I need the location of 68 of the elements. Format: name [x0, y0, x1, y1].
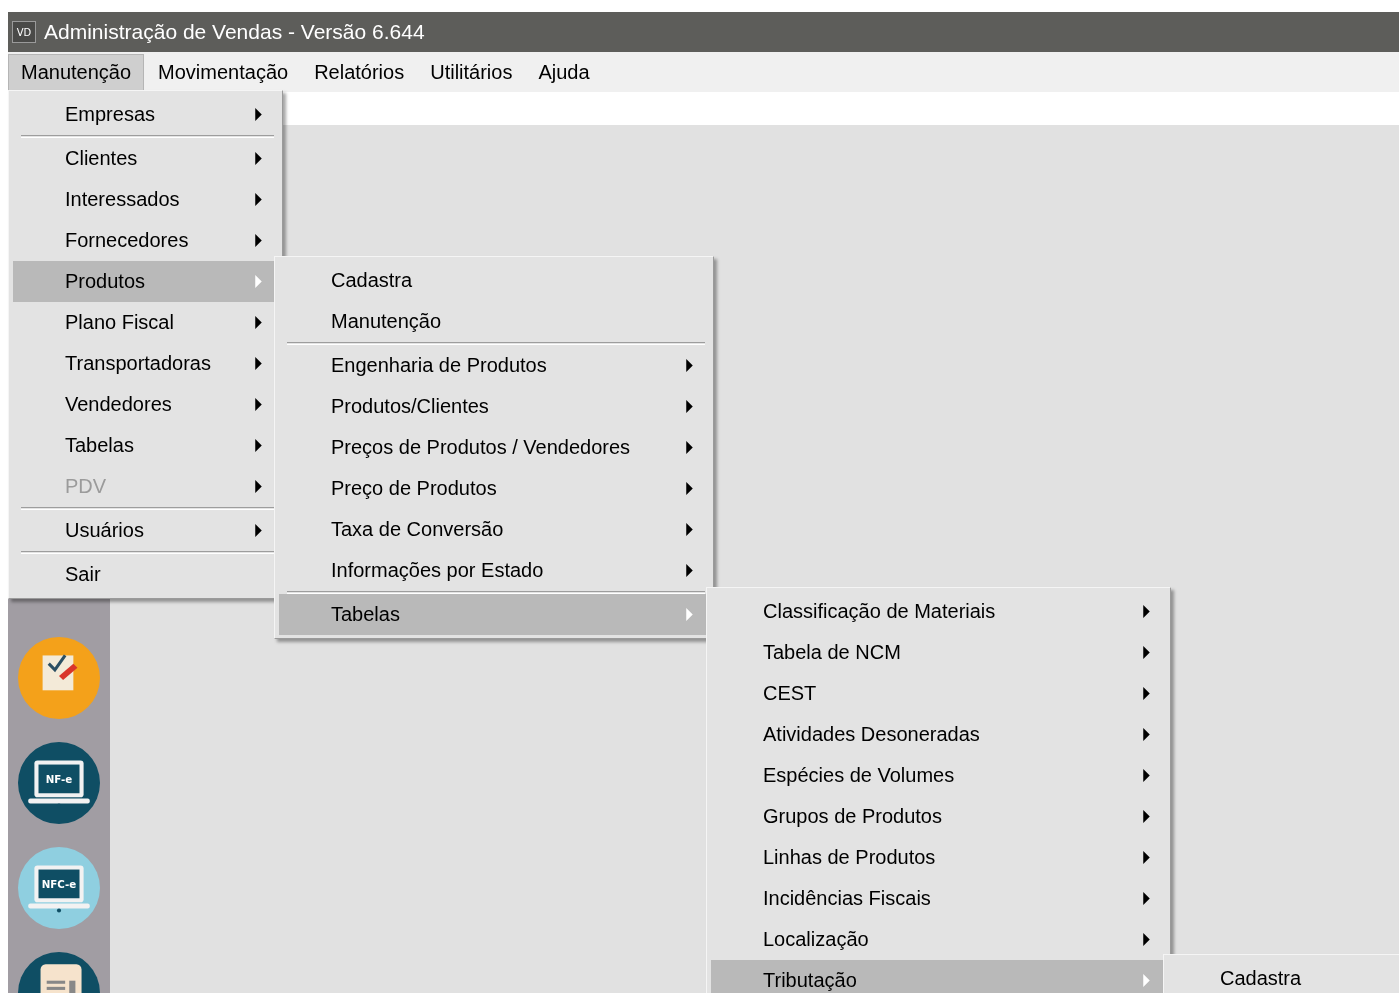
menu-item[interactable]: Cadastra: [1168, 958, 1399, 993]
submenu-arrow-icon: [686, 359, 693, 372]
menu-item[interactable]: Taxa de Conversão: [279, 509, 709, 550]
app-logo-icon: VD: [12, 21, 36, 43]
menu-item[interactable]: Tabela de NCM: [711, 632, 1166, 673]
submenu-arrow-icon: [1143, 933, 1150, 946]
window-title: Administração de Vendas - Versão 6.644: [44, 20, 425, 44]
menu-bar-item[interactable]: Utilitários: [418, 54, 525, 90]
menu-item[interactable]: Clientes: [13, 138, 278, 179]
menu-item[interactable]: CEST: [711, 673, 1166, 714]
submenu-arrow-icon: [255, 316, 262, 329]
submenu-arrow-icon: [255, 524, 262, 537]
submenu-arrow-icon: [255, 108, 262, 121]
submenu-arrow-icon: [686, 400, 693, 413]
menu-bar-item[interactable]: Ajuda: [526, 54, 602, 90]
submenu-arrow-icon: [255, 152, 262, 165]
menu-item[interactable]: Grupos de Produtos: [711, 796, 1166, 837]
laptop-icon[interactable]: NFC-e: [18, 847, 100, 929]
menu-item[interactable]: Vendedores: [13, 384, 278, 425]
submenu-arrow-icon: [1143, 810, 1150, 823]
submenu-arrow-icon: [1143, 892, 1150, 905]
submenu-arrow-icon: [1143, 646, 1150, 659]
menu-item[interactable]: Fornecedores: [13, 220, 278, 261]
menu-item[interactable]: Tabelas: [13, 425, 278, 466]
menu-bar-item[interactable]: Manutenção: [8, 53, 145, 91]
menu-item[interactable]: Tabelas: [279, 594, 709, 635]
menu-item[interactable]: Sair: [13, 554, 278, 595]
menu-item[interactable]: Produtos/Clientes: [279, 386, 709, 427]
submenu-arrow-icon: [1143, 974, 1150, 987]
submenu-arrow-icon: [686, 482, 693, 495]
menu-item[interactable]: Espécies de Volumes: [711, 755, 1166, 796]
submenu-arrow-icon: [1143, 851, 1150, 864]
menu-item[interactable]: Incidências Fiscais: [711, 878, 1166, 919]
submenu-arrow-icon: [255, 357, 262, 370]
menu-item[interactable]: Atividades Desoneradas: [711, 714, 1166, 755]
menu-item[interactable]: Engenharia de Produtos: [279, 345, 709, 386]
menu-item[interactable]: Preço de Produtos: [279, 468, 709, 509]
menu-item[interactable]: Linhas de Produtos: [711, 837, 1166, 878]
submenu-arrow-icon: [255, 480, 262, 493]
menu-item[interactable]: Empresas: [13, 94, 278, 135]
menu-item[interactable]: Transportadoras: [13, 343, 278, 384]
menu-bar-item[interactable]: Relatórios: [302, 54, 417, 90]
submenu-arrow-icon: [255, 193, 262, 206]
edit-form-icon[interactable]: [18, 637, 100, 719]
submenu-arrow-icon: [686, 608, 693, 621]
submenu-arrow-icon: [1143, 687, 1150, 700]
submenu-arrow-icon: [1143, 605, 1150, 618]
menu-item[interactable]: Preços de Produtos / Vendedores: [279, 427, 709, 468]
menu-item[interactable]: Interessados: [13, 179, 278, 220]
submenu-arrow-icon: [1143, 728, 1150, 741]
menu-item[interactable]: Cadastra: [279, 260, 709, 301]
menu-bar-item[interactable]: Movimentação: [146, 54, 301, 90]
submenu-arrow-icon: [686, 564, 693, 577]
menu-item[interactable]: Plano Fiscal: [13, 302, 278, 343]
submenu-arrow-icon: [255, 234, 262, 247]
menu-item[interactable]: Usuários: [13, 510, 278, 551]
menu-item[interactable]: Localização: [711, 919, 1166, 960]
submenu-arrow-icon: [686, 441, 693, 454]
submenu-arrow-icon: [255, 398, 262, 411]
submenu-arrow-icon: [255, 275, 262, 288]
menu-item[interactable]: Manutenção: [279, 301, 709, 342]
submenu-arrow-icon: [255, 439, 262, 452]
menu-item[interactable]: Tributação: [711, 960, 1166, 993]
submenu-arrow-icon: [686, 523, 693, 536]
submenu-arrow-icon: [1143, 769, 1150, 782]
menu-item[interactable]: Classificação de Materiais: [711, 591, 1166, 632]
laptop-icon[interactable]: NF-e: [18, 742, 100, 824]
menu-item[interactable]: Informações por Estado: [279, 550, 709, 591]
